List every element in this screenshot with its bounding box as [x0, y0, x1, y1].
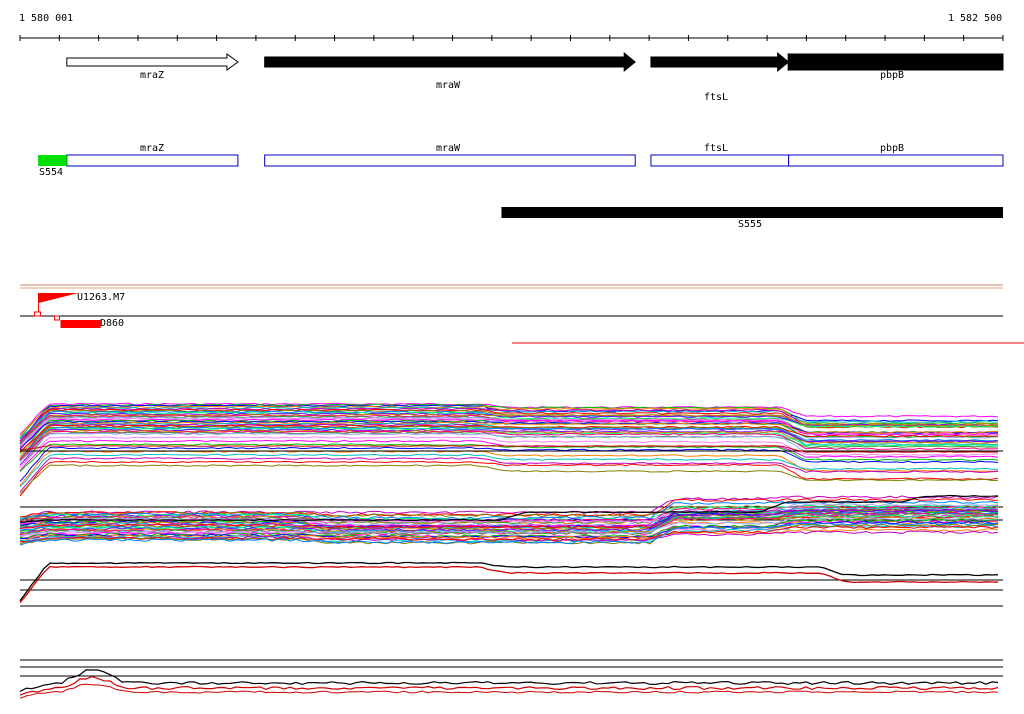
gene-label-mraz[interactable]: mraZ — [140, 70, 164, 82]
coordinate-ruler — [19, 35, 1004, 41]
feature-label-u1263[interactable]: U1263.M7 — [77, 292, 125, 304]
annotation-box-pbpb — [788, 154, 1004, 167]
promoter-label[interactable]: S554 — [39, 167, 63, 179]
gene-label-mraw[interactable]: mraW — [436, 80, 460, 92]
feature-d860-foot — [54, 315, 61, 321]
gene-arrow-mraz — [66, 53, 239, 71]
ruler-start-label: 1 580 001 — [19, 13, 74, 24]
box-label-pbpb[interactable]: pbpB — [880, 143, 904, 155]
expression-tracks — [19, 402, 1003, 699]
feature-u1263-foot — [33, 311, 41, 317]
expression-line — [19, 446, 999, 482]
segment-bar — [501, 207, 1003, 218]
annotation-track — [38, 154, 1004, 167]
box-label-ftsl[interactable]: ftsL — [704, 143, 728, 155]
expression-line — [19, 565, 999, 604]
gene-track — [66, 51, 1004, 73]
box-label-mraw[interactable]: mraW — [436, 143, 460, 155]
gene-label-ftsl[interactable]: ftsL — [704, 92, 728, 104]
ruler-end-label: 1 582 500 — [948, 13, 1003, 24]
annotation-box-ftsl — [650, 154, 790, 167]
segment-track — [501, 207, 1003, 218]
feature-d860-bar — [60, 320, 101, 328]
feature-label-d860[interactable]: D860 — [100, 318, 124, 330]
annotation-box-mraz — [66, 154, 239, 167]
expression-line — [19, 683, 999, 699]
promoter-box — [38, 155, 67, 166]
gene-label-pbpb[interactable]: pbpB — [880, 70, 904, 82]
feature-track — [20, 284, 1024, 344]
gene-arrow-pbpb — [788, 53, 1004, 71]
box-label-mraz[interactable]: mraZ — [140, 143, 164, 155]
genome-browser-canvas — [19, 35, 1024, 699]
annotation-box-mraw — [264, 154, 636, 167]
feature-u1263-flag — [38, 293, 79, 303]
segment-label[interactable]: S555 — [738, 219, 762, 231]
gene-arrow-mraw — [264, 51, 637, 73]
expression-line — [19, 460, 999, 497]
gene-arrow-ftsl — [650, 51, 790, 73]
